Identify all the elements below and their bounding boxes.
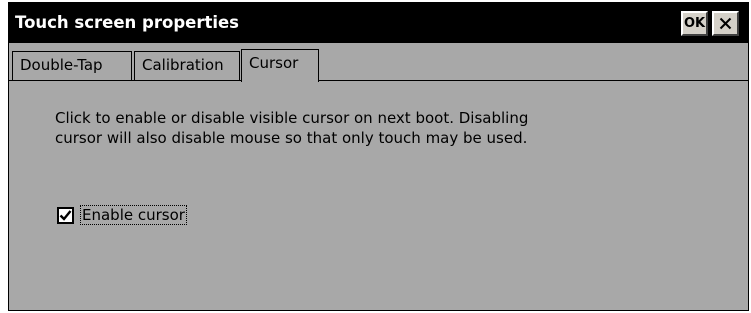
checkmark-icon	[59, 209, 72, 221]
close-button[interactable]	[712, 11, 739, 36]
tab-calibration[interactable]: Calibration	[134, 51, 240, 80]
enable-cursor-label[interactable]: Enable cursor	[80, 205, 187, 225]
touch-screen-properties-window: Touch screen properties OK Double-Tap Ca…	[8, 2, 749, 311]
tab-divider	[9, 80, 748, 81]
title-bar: Touch screen properties OK	[9, 3, 748, 43]
tab-strip: Double-Tap Calibration Cursor	[9, 43, 748, 82]
enable-cursor-checkbox[interactable]	[57, 206, 74, 224]
tab-double-tap[interactable]: Double-Tap	[12, 51, 132, 80]
window-title: Touch screen properties	[15, 13, 240, 32]
ok-button[interactable]: OK	[681, 11, 708, 36]
tab-cursor[interactable]: Cursor	[241, 49, 319, 82]
description-line-2: cursor will also disable mouse so that o…	[55, 129, 528, 147]
enable-cursor-option[interactable]: Enable cursor	[57, 204, 187, 226]
close-icon	[719, 17, 732, 30]
cursor-description: Click to enable or disable visible curso…	[55, 108, 715, 148]
description-line-1: Click to enable or disable visible curso…	[55, 109, 529, 127]
